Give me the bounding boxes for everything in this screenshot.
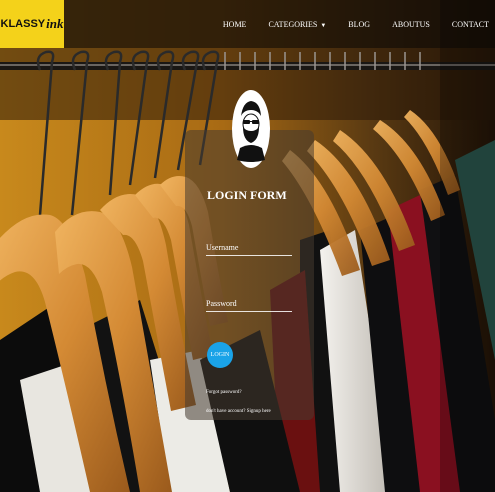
nav-home[interactable]: HOME [223, 20, 247, 29]
username-field[interactable]: Username [206, 236, 292, 256]
brand-logo[interactable]: KLASSY ink [0, 0, 64, 48]
top-navbar: KLASSY ink HOME CATEGORIES ▼ BLOG ABOUTUS… [0, 0, 495, 48]
password-field[interactable]: Password [206, 292, 292, 312]
login-button[interactable]: LOGIN [207, 342, 233, 368]
nav-categories[interactable]: CATEGORIES ▼ [268, 20, 326, 29]
login-panel [185, 130, 314, 420]
nav-blog[interactable]: BLOG [348, 20, 370, 29]
forgot-password-link[interactable]: Forgot password? [206, 390, 242, 395]
signup-link[interactable]: don't have account? Signup here [206, 409, 271, 414]
logo-text: KLASSY [0, 18, 46, 30]
user-avatar-icon [232, 90, 270, 168]
username-label: Username [206, 243, 239, 252]
main-nav: HOME CATEGORIES ▼ BLOG ABOUTUS CONTACT [201, 0, 489, 48]
nav-contact[interactable]: CONTACT [452, 20, 489, 29]
chevron-down-icon: ▼ [320, 22, 327, 29]
login-title: LOGIN FORM [207, 188, 287, 202]
nav-aboutus[interactable]: ABOUTUS [392, 20, 430, 29]
password-label: Password [206, 299, 237, 308]
nav-categories-label: CATEGORIES [268, 19, 318, 29]
logo-ink-text: ink [46, 16, 64, 31]
